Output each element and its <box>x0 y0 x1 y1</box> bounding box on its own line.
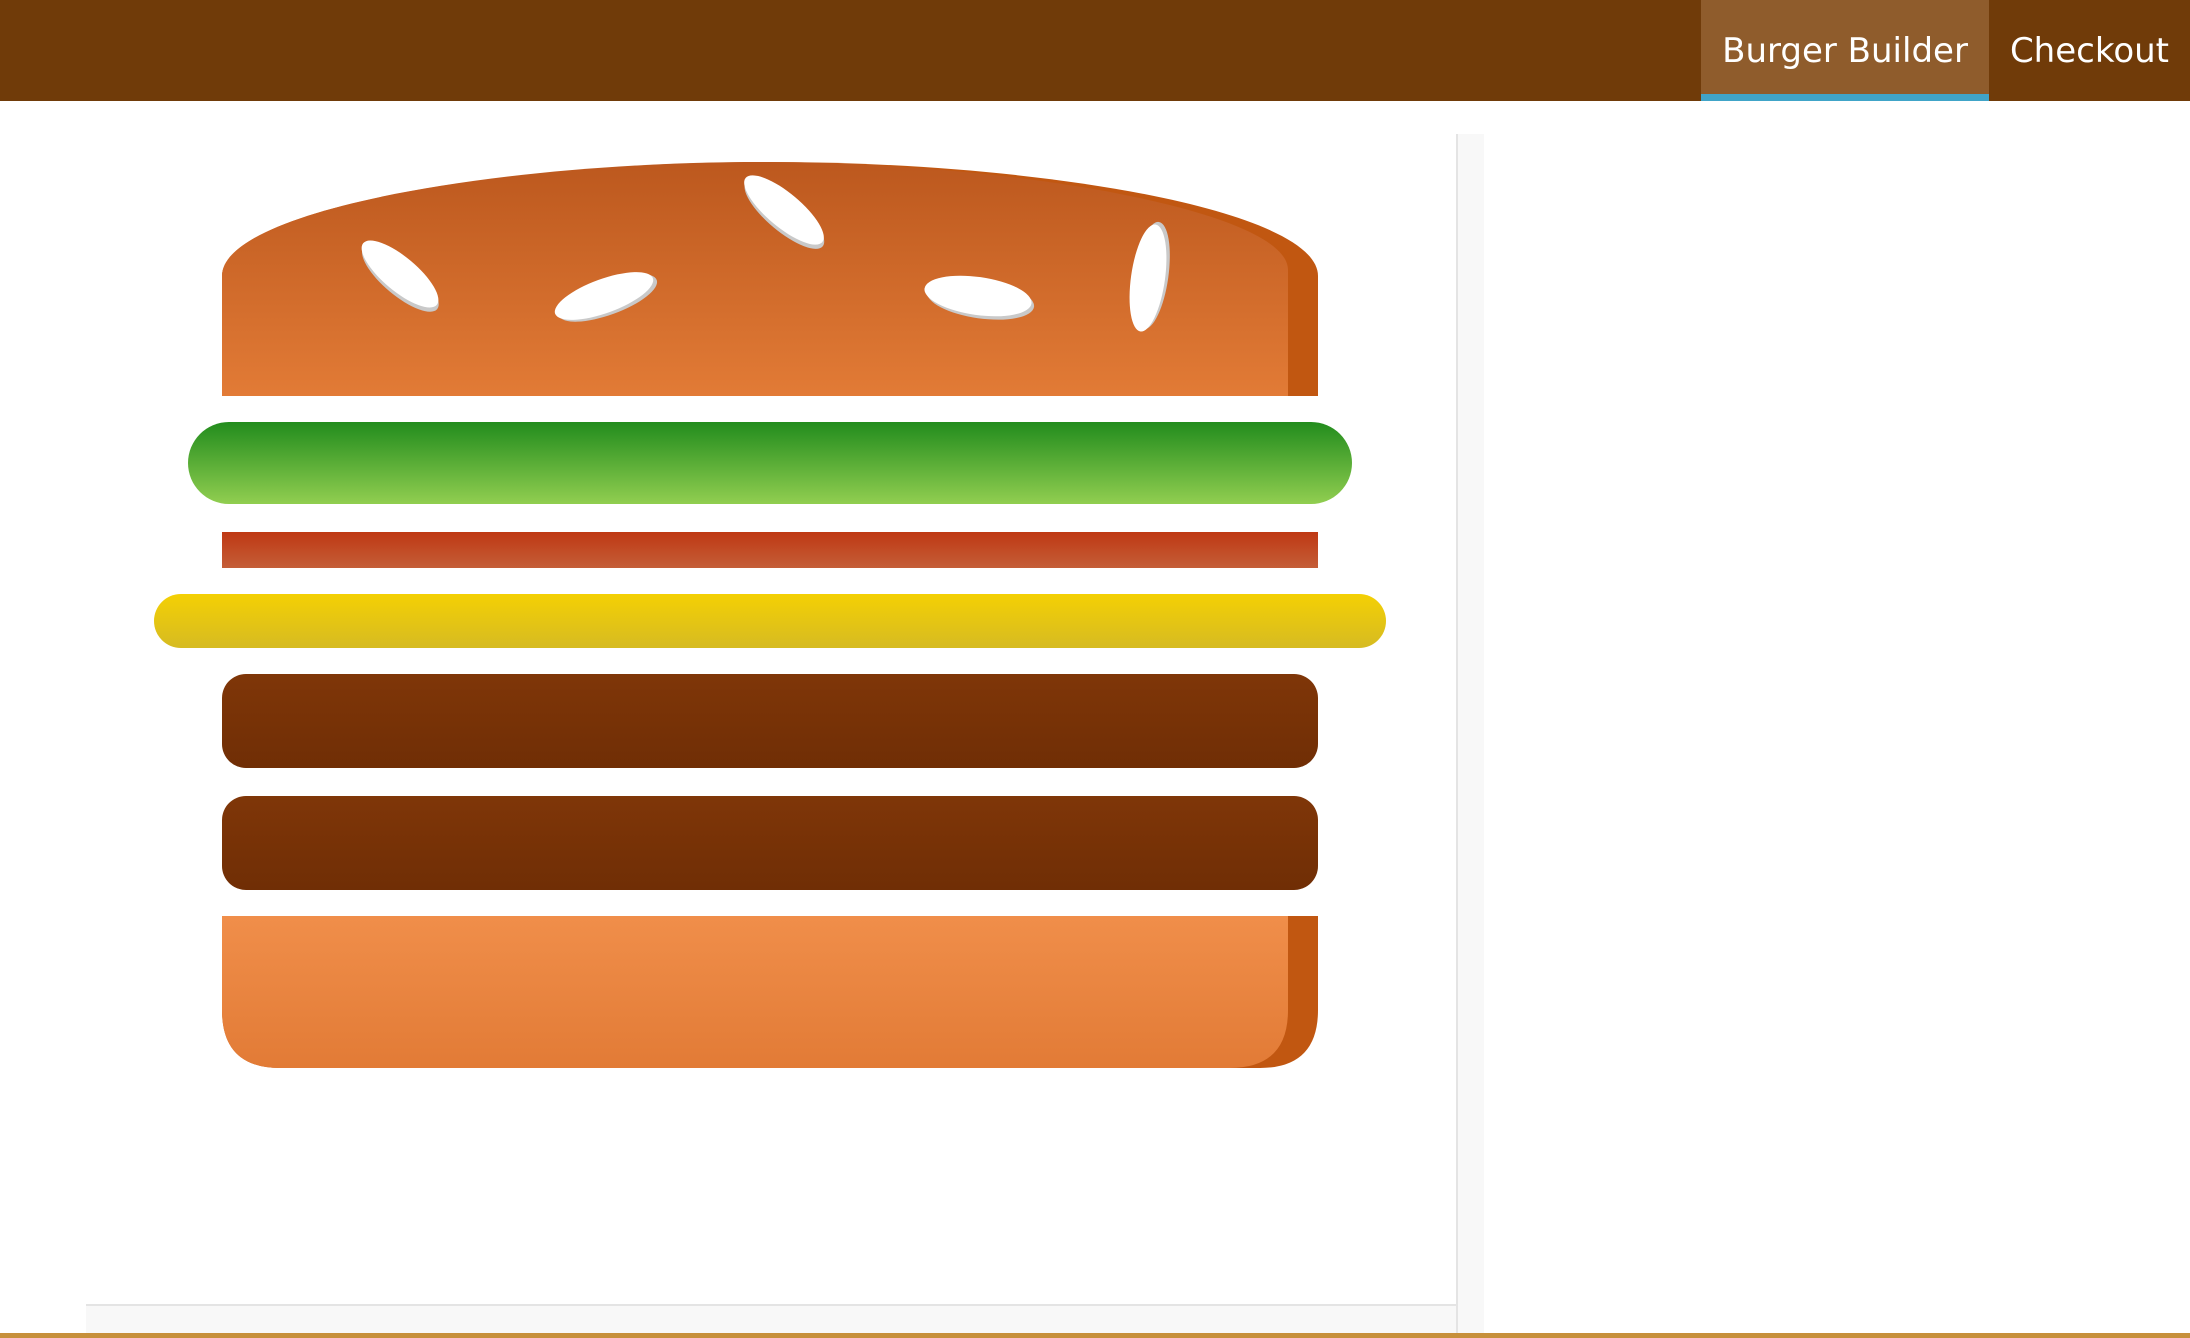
horizontal-scrollbar[interactable] <box>86 1304 1456 1333</box>
meat-layer <box>222 674 1318 768</box>
meat-layer <box>222 796 1318 890</box>
burger <box>0 0 1484 1338</box>
bread-bottom <box>222 916 1318 1068</box>
bottom-border <box>0 1333 2190 1338</box>
nav-checkout[interactable]: Checkout <box>1989 0 2190 101</box>
salad-layer <box>188 422 1352 504</box>
bacon-layer <box>222 532 1318 568</box>
navigation-items: Burger Builder Checkout <box>1701 0 2190 101</box>
nav-burger-builder[interactable]: Burger Builder <box>1701 0 1989 101</box>
vertical-scrollbar[interactable] <box>1456 134 1484 1333</box>
bread-top <box>222 162 1318 396</box>
cheese-layer <box>154 594 1386 648</box>
